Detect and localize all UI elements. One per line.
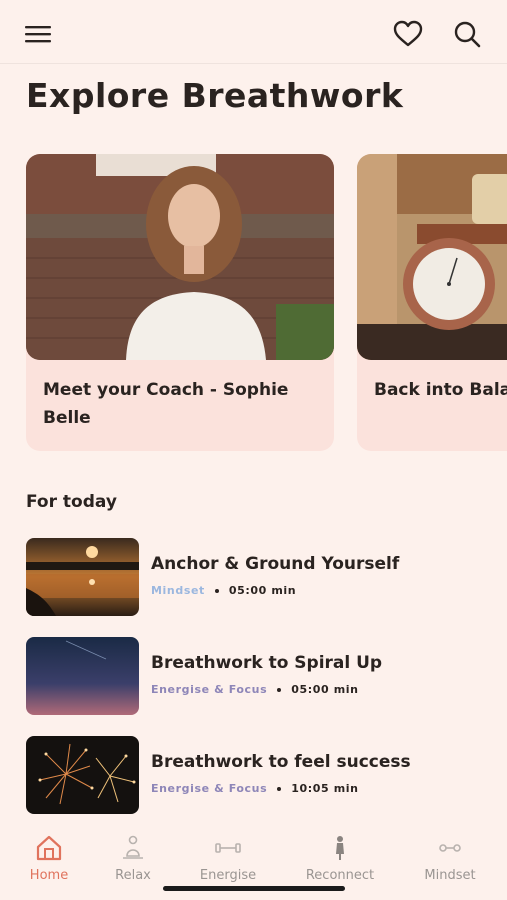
session-meta: Energise & Focus 10:05 min [151,782,359,795]
list-item[interactable]: Breathwork to Spiral Up Energise & Focus… [26,637,486,717]
nav-item-relax[interactable]: Relax [88,834,178,884]
featured-card-coach[interactable]: Meet your Coach - Sophie Belle [26,154,334,451]
page-title: Explore Breathwork [26,76,404,115]
list-item[interactable]: Anchor & Ground Yourself Mindset 05:00 m… [26,538,486,618]
heart-icon [393,20,423,47]
sunset-thumbnail [26,538,139,616]
session-duration: 10:05 min [291,782,359,795]
session-tag: Energise & Focus [151,782,268,795]
nav-item-energise[interactable]: Energise [183,834,273,884]
mindset-icon [439,844,461,852]
featured-card-balance[interactable]: Back into Balance [357,154,507,451]
coach-photo [26,154,334,360]
nav-label: Relax [115,868,151,883]
featured-card-title: Meet your Coach - Sophie Belle [43,380,289,428]
section-title: For today [26,492,117,512]
nav-item-mindset[interactable]: Mindset [405,834,495,884]
home-icon [36,835,62,861]
search-icon [454,21,481,48]
search-button[interactable] [451,18,483,50]
nav-item-reconnect[interactable]: Reconnect [295,834,385,884]
nav-label: Home [29,868,69,883]
separator-dot [214,588,219,593]
home-indicator [163,886,345,891]
nav-label: Reconnect [305,868,375,883]
favorites-button[interactable] [392,18,424,50]
top-bar [0,0,507,64]
featured-carousel[interactable]: Meet your Coach - Sophie Belle Back into… [0,154,507,454]
relax-icon [123,835,143,859]
session-title: Breathwork to feel success [151,752,411,772]
featured-card-title: Back into Balance [374,380,507,400]
list-item[interactable]: Breathwork to feel success Energise & Fo… [26,736,486,816]
nav-label: Energise [199,868,257,883]
session-duration: 05:00 min [228,584,297,597]
nav-item-home[interactable]: Home [4,834,94,884]
night-sky-thumbnail [26,637,139,715]
separator-dot [277,786,282,791]
separator-dot [277,687,282,692]
session-duration: 05:00 min [291,683,359,696]
session-title: Anchor & Ground Yourself [151,554,400,574]
session-tag: Energise & Focus [151,683,268,696]
session-title: Breathwork to Spiral Up [151,653,383,673]
session-meta: Mindset 05:00 min [151,584,296,597]
session-tag: Mindset [151,584,205,597]
nav-label: Mindset [424,868,476,883]
session-meta: Energise & Focus 05:00 min [151,683,359,696]
fireworks-thumbnail [26,736,139,814]
dumbbell-icon [215,843,241,853]
menu-button[interactable] [22,18,54,50]
figure-icon [336,836,344,860]
scale-photo [357,154,507,360]
menu-icon [25,26,51,43]
